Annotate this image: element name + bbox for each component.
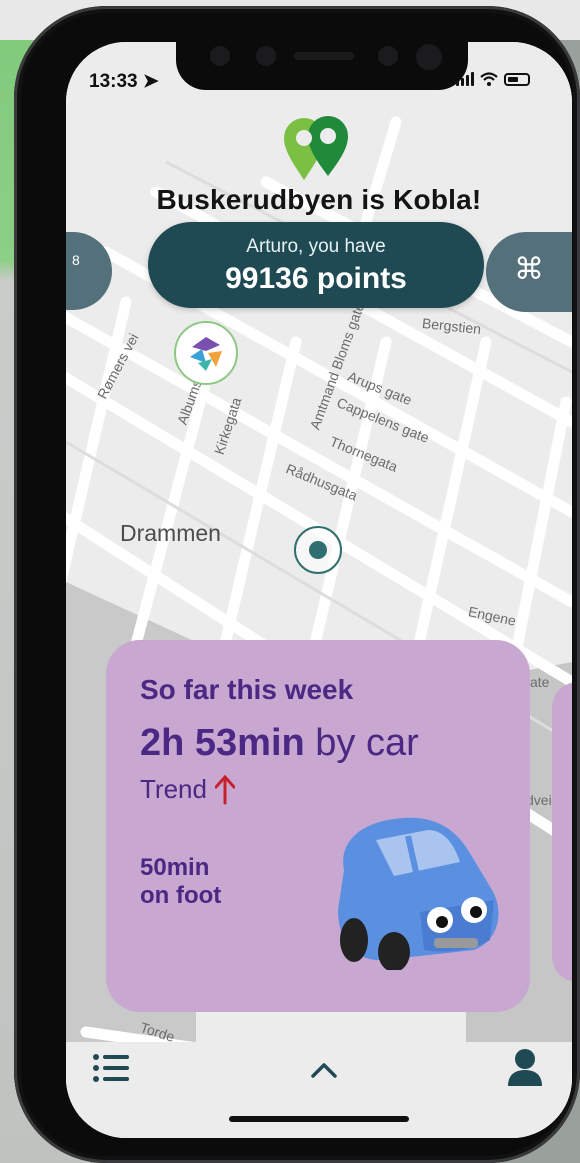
trend-label: Trend xyxy=(140,774,207,804)
signal-icon xyxy=(456,72,474,86)
foot-suffix: on foot xyxy=(140,882,222,909)
car-time: 2h 53min by car xyxy=(140,722,419,765)
next-card-peek[interactable] xyxy=(552,682,572,982)
street-label: ate xyxy=(530,674,550,690)
phone-frame: Bergstien Arups gate Cappelens gate Thor… xyxy=(14,6,580,1163)
wifi-icon xyxy=(480,72,498,86)
speaker-grille xyxy=(294,52,354,60)
car-suffix: by car xyxy=(315,722,419,764)
battery-icon xyxy=(504,72,530,86)
points-greeting: Arturo, you have xyxy=(246,236,386,257)
camera-dot xyxy=(256,46,276,66)
bottom-nav-bar xyxy=(66,1042,572,1138)
foot-duration: 50min xyxy=(140,854,210,881)
command-icon: ⌘ xyxy=(514,253,544,286)
side-button-label: 8 xyxy=(72,252,80,268)
side-button-right[interactable]: ⌘ xyxy=(486,232,572,312)
camera-dot xyxy=(378,46,398,66)
app-screen: Bergstien Arups gate Cappelens gate Thor… xyxy=(66,42,572,1138)
device-notch xyxy=(176,42,468,90)
camera-lens xyxy=(416,44,442,70)
list-icon[interactable] xyxy=(92,1052,130,1084)
trend-indicator: Trend xyxy=(140,774,235,805)
city-label: Drammen xyxy=(120,520,221,546)
weekly-summary-card[interactable]: So far this week 2h 53min by car Trend 5… xyxy=(106,640,530,1012)
app-title: Buskerudbyen is Kobla! xyxy=(156,184,482,215)
car-mascot-icon xyxy=(338,817,499,970)
map-poi-marker[interactable] xyxy=(174,321,238,385)
status-time: 13:33 ➤ xyxy=(89,71,159,92)
home-indicator xyxy=(229,1116,409,1122)
card-title: So far this week xyxy=(140,674,354,705)
car-duration: 2h 53min xyxy=(140,722,305,764)
app-logo-icon xyxy=(284,116,348,180)
my-location-marker[interactable] xyxy=(294,526,342,574)
camera-dot xyxy=(210,46,230,66)
kobla-poi-icon xyxy=(190,337,222,371)
trend-up-arrow-icon xyxy=(214,774,235,804)
points-value: 99136 points xyxy=(225,262,407,295)
location-arrow-icon: ➤ xyxy=(142,71,159,92)
points-banner[interactable]: Arturo, you have 99136 points xyxy=(148,222,484,308)
status-icons xyxy=(456,72,530,86)
foot-time: 50min on foot xyxy=(140,854,221,910)
chevron-up-icon[interactable] xyxy=(310,1060,338,1080)
user-icon[interactable] xyxy=(508,1048,542,1088)
